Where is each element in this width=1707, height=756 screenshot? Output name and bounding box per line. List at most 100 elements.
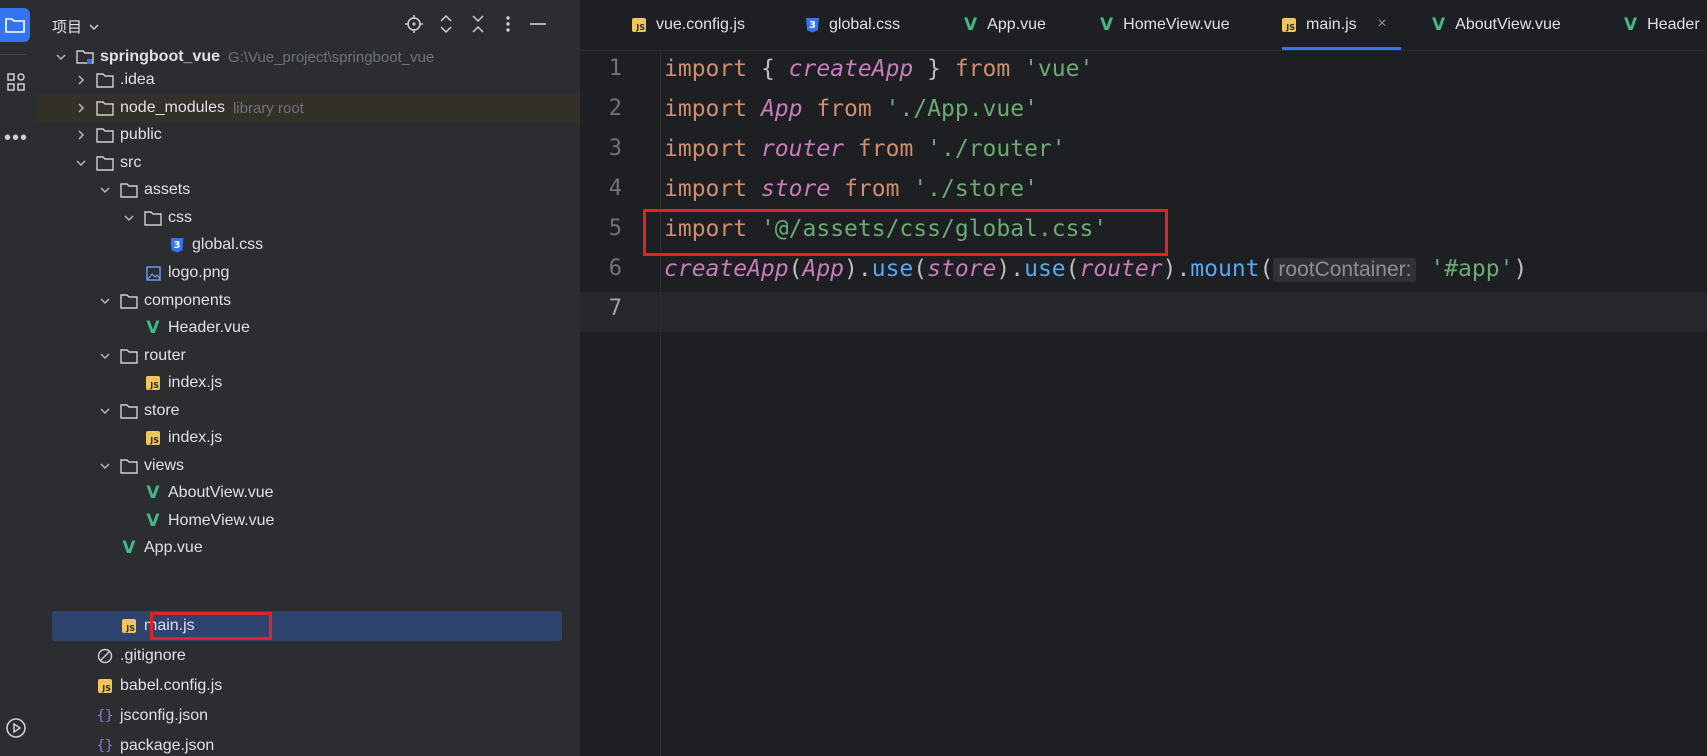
image-file-icon	[144, 264, 162, 282]
tab-app-vue[interactable]: V App.vue	[964, 0, 1046, 50]
close-icon[interactable]: ×	[1377, 15, 1386, 33]
chevron-down-icon[interactable]	[98, 294, 112, 308]
tab-aboutview-vue[interactable]: V AboutView.vue	[1432, 0, 1561, 50]
punct: ).	[844, 256, 872, 282]
identifier: store	[927, 256, 997, 282]
chevron-down-icon[interactable]	[98, 459, 112, 473]
identifier: store	[760, 176, 831, 202]
punct: )	[1513, 256, 1528, 282]
tree-item-label: css	[168, 209, 192, 226]
tree-item-label: router	[144, 347, 186, 364]
tree-item-global-css[interactable]: 3 global.css	[36, 230, 580, 260]
code-line-6[interactable]: createApp(App).use(store).use(router).mo…	[664, 256, 1527, 282]
tree-item-public-folder[interactable]: public	[36, 120, 580, 150]
project-tool-button[interactable]	[0, 8, 30, 42]
tree-item-main-js[interactable]: JS main.js	[52, 611, 562, 641]
structure-tool-button[interactable]	[0, 66, 32, 98]
highlight-box-import-line	[643, 209, 1168, 256]
folder-icon	[120, 347, 138, 365]
editor-tab-bar: JS vue.config.js 3 global.css V App.vue …	[580, 0, 1707, 51]
folder-icon	[5, 18, 25, 33]
tree-item-label: AboutView.vue	[168, 484, 274, 501]
project-view-selector[interactable]: 项目	[52, 16, 100, 37]
tree-item-package-json[interactable]: {} package.json	[36, 731, 580, 756]
tab-header-vue[interactable]: V Header	[1624, 0, 1700, 50]
tree-item-store-folder[interactable]: store	[36, 396, 580, 426]
code-line-1[interactable]: import { createApp } from 'vue'	[664, 56, 1093, 82]
tree-item-router-index-js[interactable]: JS index.js	[36, 368, 580, 398]
tree-item-label: public	[120, 126, 162, 143]
keyword-import: import	[664, 56, 748, 82]
tree-item-router-folder[interactable]: router	[36, 341, 580, 371]
method-mount: mount	[1190, 256, 1260, 282]
line-number: 2	[608, 96, 622, 121]
tab-label: vue.config.js	[656, 16, 745, 33]
minimize-icon[interactable]	[526, 12, 550, 36]
folder-icon	[96, 126, 114, 144]
vue-file-icon: V	[964, 15, 978, 35]
chevron-down-icon[interactable]	[122, 211, 136, 225]
tree-item-components-folder[interactable]: components	[36, 286, 580, 316]
identifier: createApp	[788, 56, 914, 82]
code-line-4[interactable]: import store from './store'	[664, 176, 1038, 202]
highlight-box-main-js	[150, 612, 272, 640]
code-line-2[interactable]: import App from './App.vue'	[664, 96, 1038, 122]
expand-all-icon[interactable]	[434, 12, 458, 36]
tree-item-gitignore[interactable]: .gitignore	[36, 641, 580, 671]
chevron-right-icon[interactable]	[74, 73, 88, 87]
panel-title: 项目	[52, 19, 83, 36]
tree-item-label: views	[144, 457, 185, 474]
tree-item-label: logo.png	[168, 264, 230, 281]
tab-vue-config-js[interactable]: JS vue.config.js	[632, 0, 745, 50]
tree-item-logo-png[interactable]: logo.png	[36, 258, 580, 288]
tree-item-header-vue[interactable]: V Header.vue	[36, 313, 580, 343]
chevron-down-icon[interactable]	[98, 183, 112, 197]
chevron-down-icon[interactable]	[98, 404, 112, 418]
gutter-separator	[660, 50, 661, 756]
tree-item-jsconfig-json[interactable]: {} jsconfig.json	[36, 701, 580, 731]
keyword-from: from	[816, 96, 872, 122]
code-line-3[interactable]: import router from './router'	[664, 136, 1066, 162]
tree-item-homeview-vue[interactable]: V HomeView.vue	[36, 506, 580, 536]
chevron-right-icon[interactable]	[74, 101, 88, 115]
tree-item-babel-config-js[interactable]: JS babel.config.js	[36, 671, 580, 701]
tree-item-label: .gitignore	[120, 647, 186, 664]
tree-item-app-vue[interactable]: V App.vue	[36, 533, 580, 563]
collapse-all-icon[interactable]	[466, 12, 490, 36]
line-number: 6	[608, 256, 622, 281]
tree-item-src-folder[interactable]: src	[36, 148, 580, 178]
current-line-highlight	[580, 292, 1707, 332]
tree-item-css-folder[interactable]: css	[36, 203, 580, 233]
tree-item-store-index-js[interactable]: JS index.js	[36, 423, 580, 453]
vue-file-icon: V	[1624, 15, 1638, 35]
tree-item-views-folder[interactable]: views	[36, 451, 580, 481]
json-file-icon: {}	[96, 738, 114, 754]
identifier: App	[760, 96, 803, 122]
tab-homeview-vue[interactable]: V HomeView.vue	[1100, 0, 1230, 50]
more-tools-button[interactable]: •••	[0, 122, 32, 154]
locate-icon[interactable]	[402, 12, 426, 36]
keyword-from: from	[954, 56, 1011, 82]
chevron-down-icon[interactable]	[98, 349, 112, 363]
tree-item-aboutview-vue[interactable]: V AboutView.vue	[36, 478, 580, 508]
tab-main-js[interactable]: JS main.js ×	[1282, 0, 1401, 50]
folder-icon	[144, 209, 162, 227]
code-editor: JS vue.config.js 3 global.css V App.vue …	[580, 0, 1707, 756]
tree-item-label: index.js	[168, 374, 223, 391]
chevron-down-icon[interactable]	[54, 50, 68, 64]
chevron-down-icon[interactable]	[74, 156, 88, 170]
tree-item-node-modules[interactable]: node_modules library root	[36, 93, 580, 123]
chevron-right-icon[interactable]	[74, 128, 88, 142]
run-services-button[interactable]	[0, 712, 32, 744]
tree-item-assets-folder[interactable]: assets	[36, 175, 580, 205]
options-more-icon[interactable]	[496, 12, 520, 36]
folder-icon	[96, 154, 114, 172]
punct: (	[913, 256, 928, 282]
tree-item-idea-folder[interactable]: .idea	[36, 65, 580, 95]
tab-global-css[interactable]: 3 global.css	[806, 0, 900, 50]
